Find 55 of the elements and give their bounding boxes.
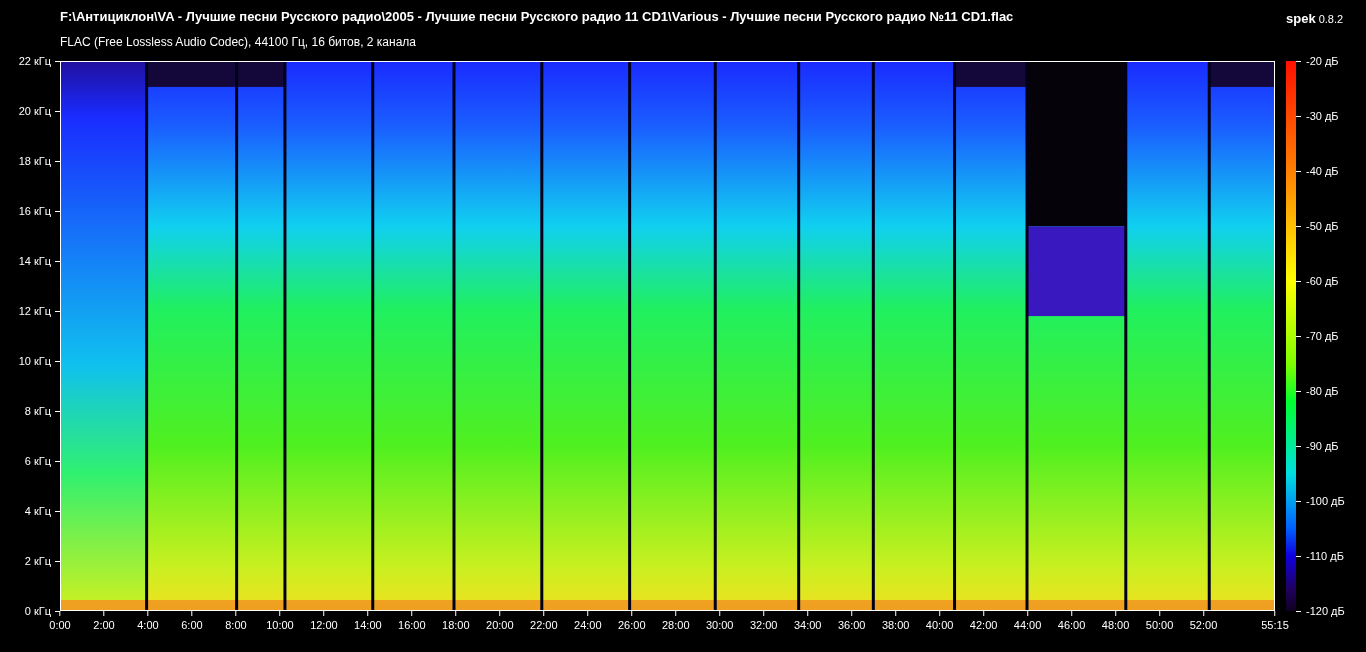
frequency-label: 18 кГц [18, 155, 51, 167]
frequency-label: 14 кГц [18, 255, 51, 267]
time-label: 55:15 [1261, 619, 1289, 631]
time-label: 26:00 [618, 619, 646, 631]
level-label: -50 дБ [1306, 220, 1339, 232]
frequency-label: 22 кГц [18, 55, 51, 67]
level-label: -80 дБ [1306, 385, 1339, 397]
level-label: -120 дБ [1306, 605, 1345, 617]
frequency-label: 16 кГц [18, 205, 51, 217]
level-label: -60 дБ [1306, 275, 1339, 287]
time-label: 14:00 [354, 619, 382, 631]
level-label: -30 дБ [1306, 110, 1339, 122]
frequency-label: 4 кГц [24, 505, 51, 517]
level-label: -110 дБ [1306, 550, 1344, 562]
time-label: 10:00 [266, 619, 294, 631]
time-label: 32:00 [749, 619, 778, 631]
app-name: spek [1286, 11, 1316, 26]
time-label: 44:00 [1013, 619, 1042, 631]
time-label: 30:00 [705, 619, 734, 631]
file-path-title: F:\Антициклон\VA - Лучшие песни Русского радио\2005 - Лучшие песни Русского радио 11 CD1\Various - Лучшие песни Русского радио №11 CD1.flac [60, 9, 1014, 24]
time-label: 38:00 [881, 619, 910, 631]
time-label: 42:00 [969, 619, 998, 631]
frequency-label: 0 кГц [24, 605, 51, 617]
level-label: -100 дБ [1306, 495, 1345, 507]
frequency-label: 10 кГц [18, 355, 51, 367]
time-label: 6:00 [181, 619, 203, 631]
time-label: 0:00 [49, 619, 71, 631]
frequency-label: 6 кГц [24, 455, 51, 467]
time-label: 20:00 [486, 619, 514, 631]
time-label: 48:00 [1101, 619, 1130, 631]
time-label: 34:00 [793, 619, 822, 631]
time-label: 22:00 [530, 619, 558, 631]
level-label: -40 дБ [1306, 165, 1339, 177]
time-label: 52:00 [1189, 619, 1218, 631]
time-label: 28:00 [661, 619, 690, 631]
frequency-label: 20 кГц [18, 105, 51, 117]
level-label: -20 дБ [1306, 55, 1339, 67]
time-label: 50:00 [1145, 619, 1174, 631]
time-label: 4:00 [137, 619, 159, 631]
time-label: 36:00 [837, 619, 866, 631]
frequency-label: 8 кГц [24, 405, 51, 417]
time-label: 8:00 [225, 619, 247, 631]
time-label: 16:00 [398, 619, 426, 631]
level-label: -70 дБ [1306, 330, 1339, 342]
level-label: -90 дБ [1306, 440, 1339, 452]
time-label: 46:00 [1057, 619, 1086, 631]
app-version: 0.8.2 [1318, 13, 1344, 25]
time-label: 18:00 [442, 619, 470, 631]
time-label: 24:00 [574, 619, 602, 631]
frequency-label: 2 кГц [24, 555, 51, 567]
time-label: 2:00 [93, 619, 115, 631]
time-label: 40:00 [925, 619, 954, 631]
time-label: 12:00 [310, 619, 338, 631]
stream-info: FLAC (Free Lossless Audio Codec), 44100 Гц, 16 битов, 2 канала [60, 35, 416, 49]
frequency-label: 12 кГц [18, 305, 51, 317]
